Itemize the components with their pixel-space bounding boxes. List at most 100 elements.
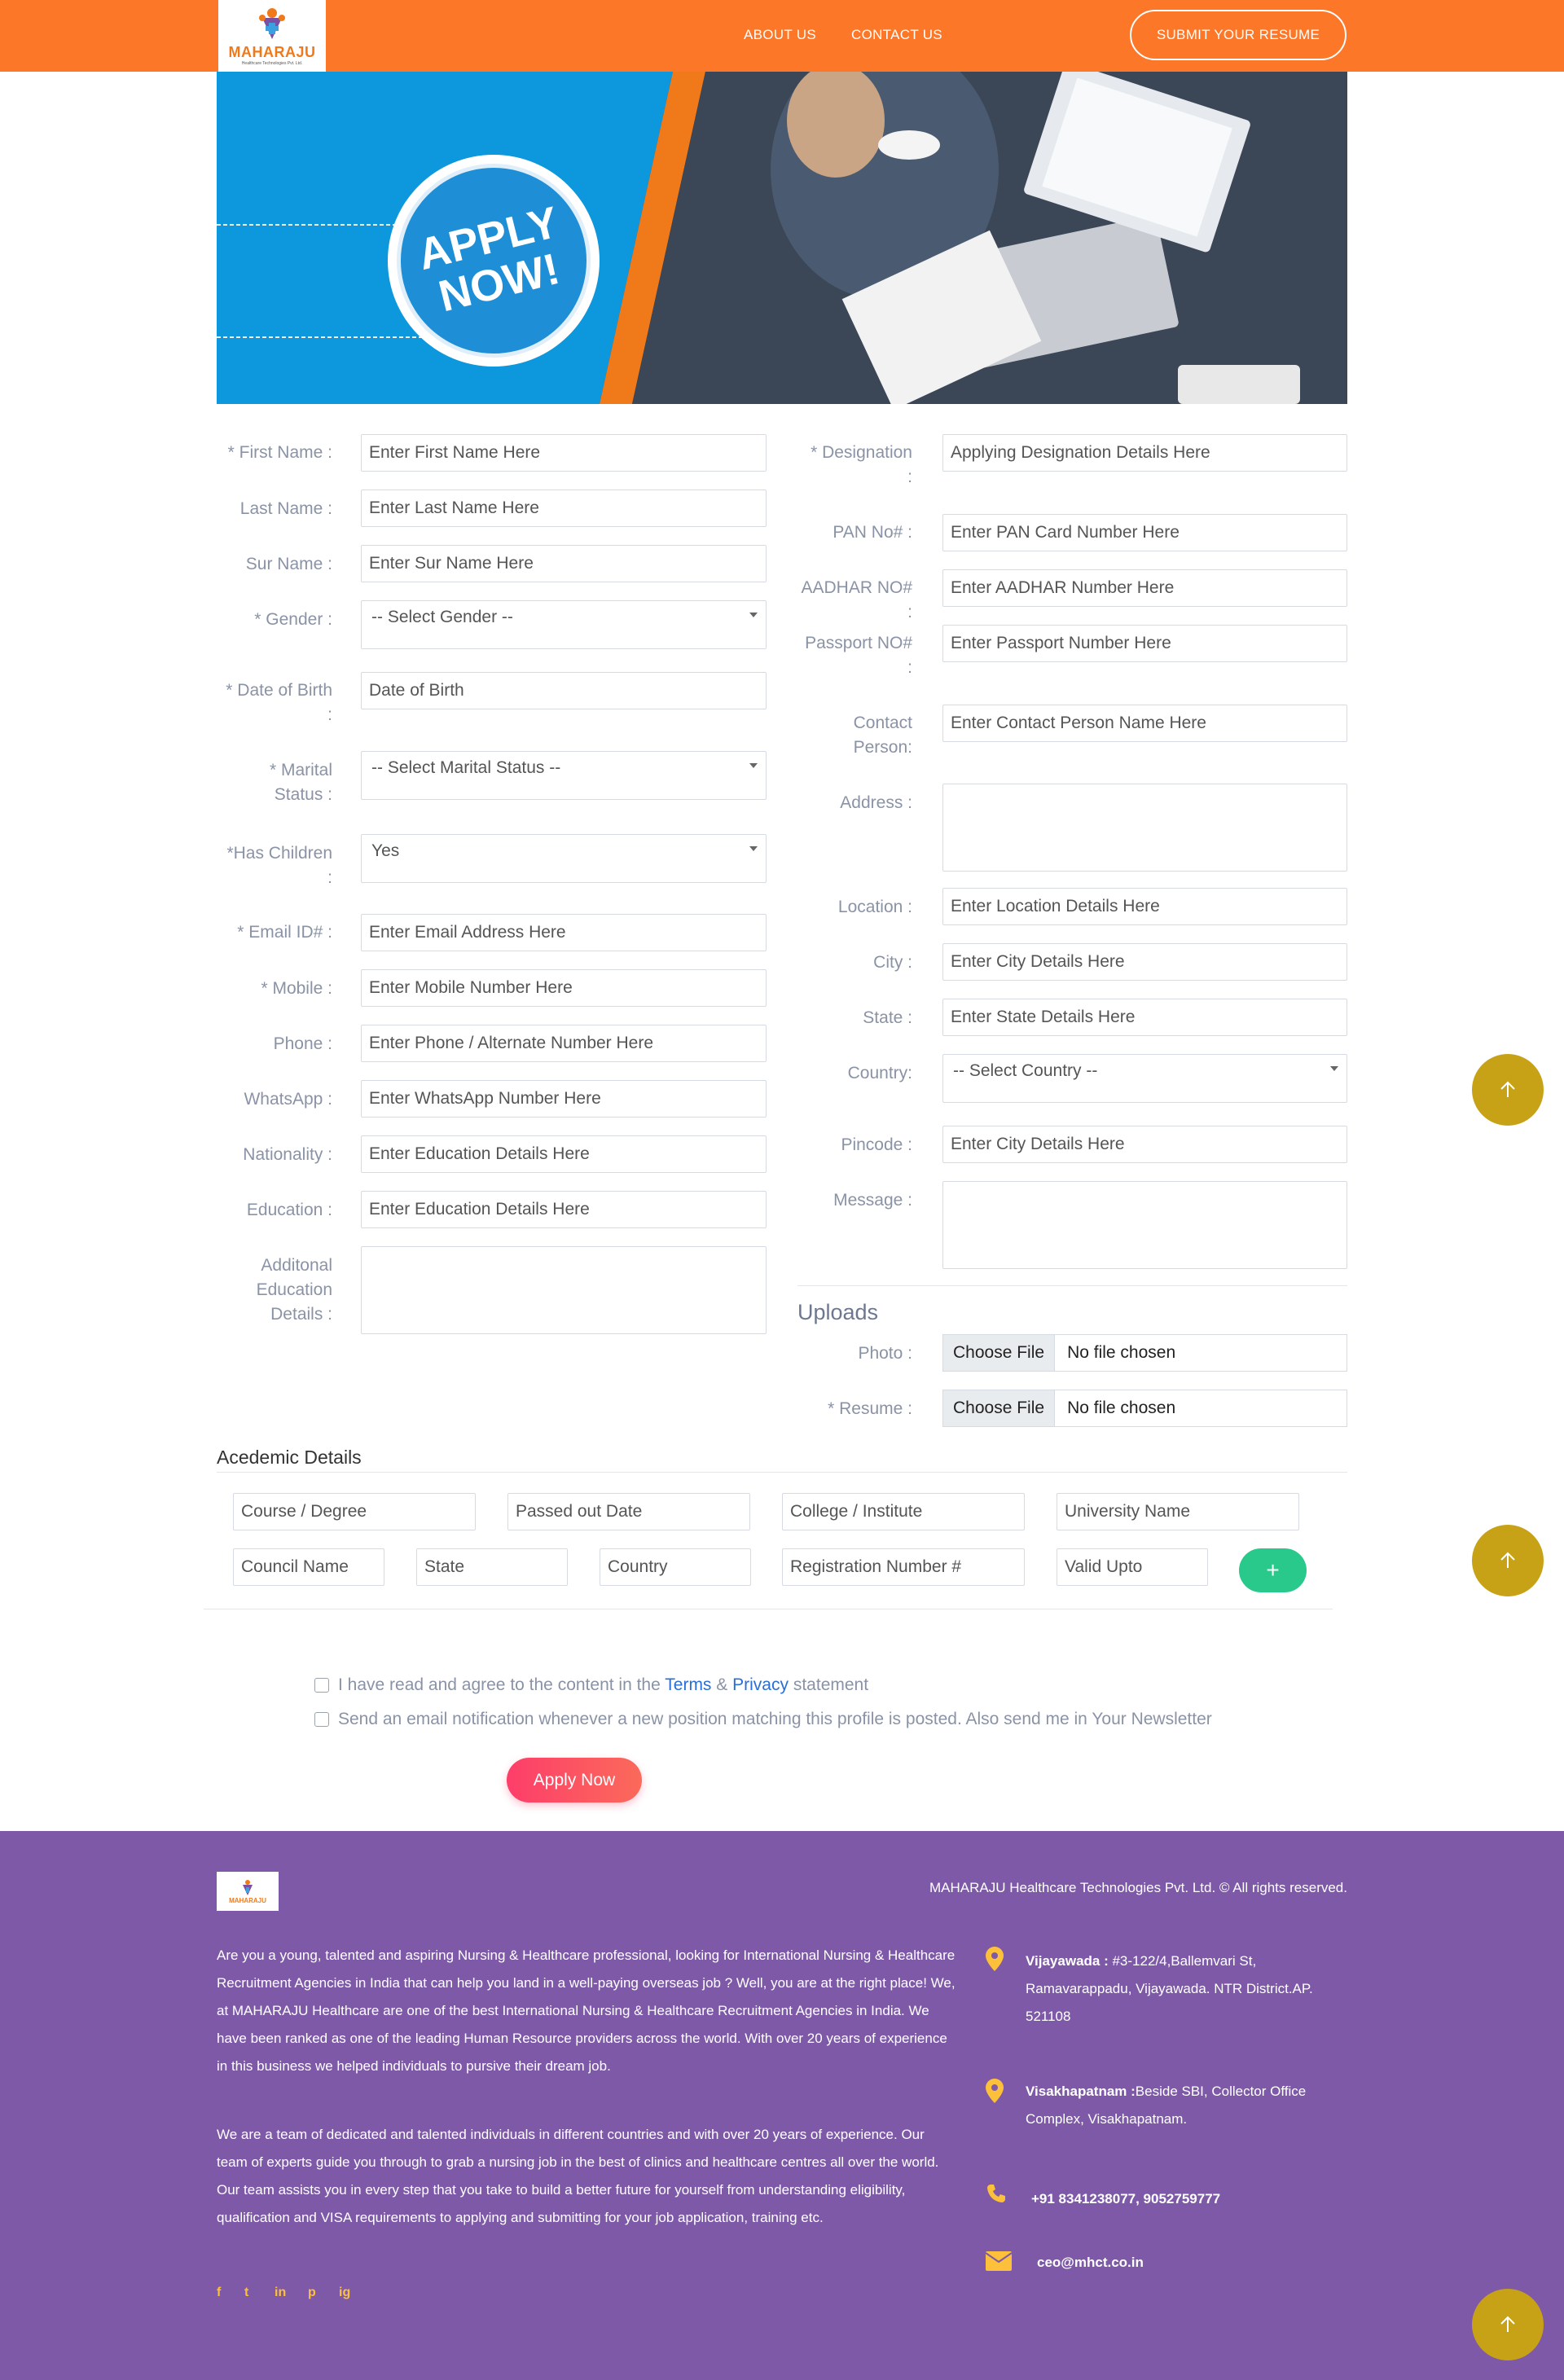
apply-now-badge: APPLY NOW! xyxy=(376,143,612,379)
address-textarea[interactable] xyxy=(942,784,1347,872)
photo-no-file-text: No file chosen xyxy=(1067,1343,1176,1362)
has-children-select[interactable]: Yes xyxy=(361,834,767,883)
vijayawada-address: Vijayawada : #3-122/4,Ballemvari St, Ram… xyxy=(1026,1947,1351,2031)
photo-file-input[interactable]: Choose File No file chosen xyxy=(942,1334,1347,1372)
logo-emblem-icon xyxy=(243,1879,253,1895)
registration-number-input[interactable]: Registration Number # xyxy=(782,1548,1025,1586)
college-institute-input[interactable]: College / Institute xyxy=(782,1493,1025,1530)
email-input[interactable]: Enter Email Address Here xyxy=(361,914,767,951)
gender-select[interactable]: -- Select Gender -- xyxy=(361,600,767,649)
pan-input[interactable]: Enter PAN Card Number Here xyxy=(942,514,1347,551)
twitter-icon[interactable]: t xyxy=(244,2286,248,2300)
facebook-icon[interactable]: f xyxy=(217,2286,221,2300)
terms-text: I have read and agree to the content in … xyxy=(338,1675,868,1695)
designation-input[interactable]: Applying Designation Details Here xyxy=(942,434,1347,472)
academic-country-input[interactable]: Country xyxy=(600,1548,751,1586)
arrow-up-icon xyxy=(1500,1552,1515,1568)
dob-input[interactable]: Date of Birth xyxy=(361,672,767,709)
arrow-up-icon xyxy=(1500,1081,1515,1097)
about-paragraph-1: Are you a young, talented and aspiring N… xyxy=(217,1947,956,2074)
terms-pre-text: I have read and agree to the content in … xyxy=(338,1675,661,1694)
children-select-value: Yes xyxy=(371,841,400,860)
nationality-input[interactable]: Enter Education Details Here xyxy=(361,1135,767,1173)
resume-label: * Resume : xyxy=(828,1399,912,1418)
contact-person-label: Contact Person: xyxy=(797,711,912,760)
marital-status-label: * Marital Status : xyxy=(217,758,332,807)
marital-status-select[interactable]: -- Select Marital Status -- xyxy=(361,751,767,800)
pincode-input[interactable]: Enter City Details Here xyxy=(942,1126,1347,1163)
first-name-label: * First Name : xyxy=(227,443,332,462)
location-label: Location : xyxy=(837,898,912,916)
scroll-top-button[interactable] xyxy=(1472,2289,1544,2360)
mobile-input[interactable]: Enter Mobile Number Here xyxy=(361,969,767,1007)
nav-contact-us[interactable]: CONTACT US xyxy=(851,27,942,43)
passport-label-line2: : xyxy=(907,658,912,677)
privacy-link[interactable]: Privacy xyxy=(732,1675,789,1694)
apply-now-banner xyxy=(217,72,1347,404)
first-name-input[interactable]: Enter First Name Here xyxy=(361,434,767,472)
photo-choose-file-button[interactable]: Choose File xyxy=(943,1335,1056,1371)
scroll-top-button[interactable] xyxy=(1472,1525,1544,1596)
newsletter-checkbox[interactable] xyxy=(314,1712,329,1727)
additional-label-line3: Details : xyxy=(270,1305,332,1324)
instagram-icon[interactable]: ig xyxy=(339,2286,350,2300)
footer-phone[interactable]: +91 8341238077, 9052759777 xyxy=(1031,2185,1357,2213)
additional-label-line1: Additonal xyxy=(261,1256,332,1275)
passport-input[interactable]: Enter Passport Number Here xyxy=(942,625,1347,662)
course-degree-input[interactable]: Course / Degree xyxy=(233,1493,476,1530)
designation-label: * Designation : xyxy=(797,441,912,490)
envelope-icon xyxy=(986,2251,1012,2271)
footer-email[interactable]: ceo@mhct.co.in xyxy=(1037,2249,1363,2277)
submit-resume-button[interactable]: SUBMIT YOUR RESUME xyxy=(1130,10,1347,60)
state-input[interactable]: Enter State Details Here xyxy=(942,999,1347,1036)
has-children-label: *Has Children : xyxy=(217,841,332,890)
scroll-top-button[interactable] xyxy=(1472,1054,1544,1126)
terms-link[interactable]: Terms xyxy=(665,1675,711,1694)
add-academic-row-button[interactable]: + xyxy=(1239,1548,1307,1592)
footer-logo[interactable]: MAHARAJU xyxy=(217,1872,279,1911)
resume-choose-file-button[interactable]: Choose File xyxy=(943,1390,1056,1426)
university-name-input[interactable]: University Name xyxy=(1057,1493,1299,1530)
whatsapp-input[interactable]: Enter WhatsApp Number Here xyxy=(361,1080,767,1118)
contact-person-input[interactable]: Enter Contact Person Name Here xyxy=(942,705,1347,742)
photo-label: Photo : xyxy=(858,1344,912,1363)
additional-education-textarea[interactable] xyxy=(361,1246,767,1334)
pan-label: PAN No# : xyxy=(833,523,912,542)
country-label: Country: xyxy=(847,1064,912,1082)
last-name-input[interactable]: Enter Last Name Here xyxy=(361,490,767,527)
city-label: City : xyxy=(873,953,912,972)
sur-name-input[interactable]: Enter Sur Name Here xyxy=(361,545,767,582)
country-select[interactable]: -- Select Country -- xyxy=(942,1054,1347,1103)
logo-emblem-icon xyxy=(259,7,285,39)
children-label-line2: : xyxy=(327,868,332,887)
banner-photo xyxy=(217,72,1347,404)
phone-input[interactable]: Enter Phone / Alternate Number Here xyxy=(361,1025,767,1062)
logo-subtext: Healthcare Technologies Pvt. Ltd. xyxy=(241,60,303,66)
message-textarea[interactable] xyxy=(942,1181,1347,1269)
passed-out-date-input[interactable]: Passed out Date xyxy=(507,1493,750,1530)
academic-state-input[interactable]: State xyxy=(416,1548,568,1586)
marital-label-line1: * Marital xyxy=(269,761,332,779)
nav-about-us[interactable]: ABOUT US xyxy=(744,27,816,43)
terms-amp: & xyxy=(716,1675,728,1694)
marital-label-line2: Status : xyxy=(274,785,332,804)
education-label: Education : xyxy=(246,1201,332,1219)
pinterest-icon[interactable]: p xyxy=(308,2286,316,2300)
resume-file-input[interactable]: Choose File No file chosen xyxy=(942,1390,1347,1427)
dob-label-line1: * Date of Birth xyxy=(226,681,332,700)
city-input[interactable]: Enter City Details Here xyxy=(942,943,1347,981)
map-pin-icon xyxy=(986,1947,1004,1971)
location-input[interactable]: Enter Location Details Here xyxy=(942,888,1347,925)
apply-now-button[interactable]: Apply Now xyxy=(507,1758,642,1803)
passport-label: Passport NO# : xyxy=(797,631,912,680)
linkedin-icon[interactable]: in xyxy=(275,2286,286,2300)
site-logo[interactable]: MAHARAJU Healthcare Technologies Pvt. Lt… xyxy=(218,0,326,72)
footer-logo-text: MAHARAJU xyxy=(229,1896,266,1904)
terms-checkbox[interactable] xyxy=(314,1678,329,1693)
aadhar-input[interactable]: Enter AADHAR Number Here xyxy=(942,569,1347,607)
resume-no-file-text: No file chosen xyxy=(1067,1399,1176,1417)
council-name-input[interactable]: Council Name xyxy=(233,1548,384,1586)
valid-upto-input[interactable]: Valid Upto xyxy=(1057,1548,1208,1586)
academic-divider xyxy=(217,1472,1347,1473)
education-input[interactable]: Enter Education Details Here xyxy=(361,1191,767,1228)
